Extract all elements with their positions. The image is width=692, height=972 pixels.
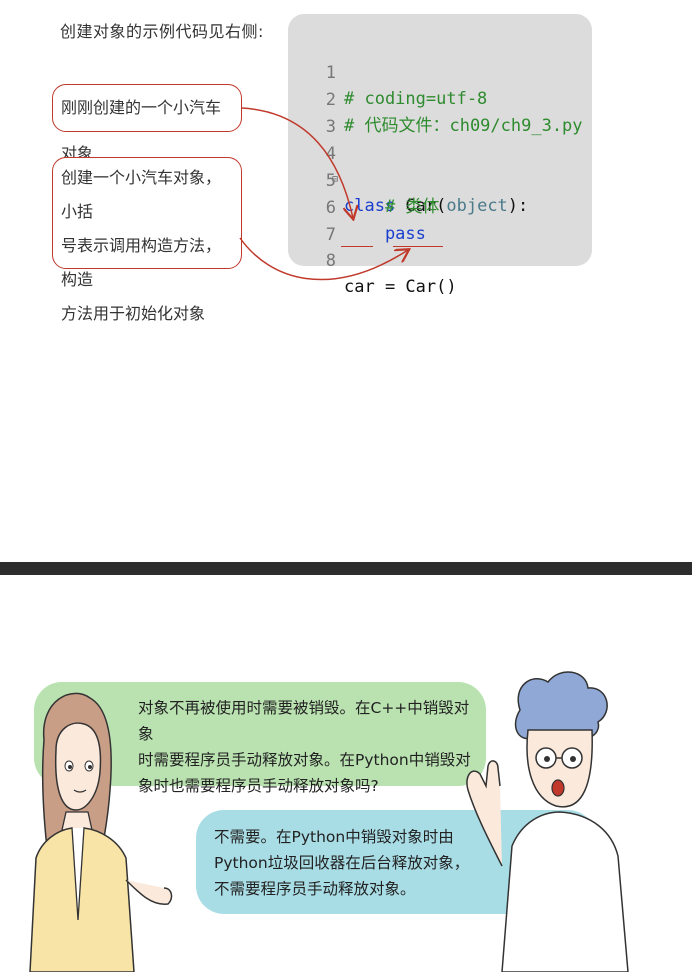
code-line: 8 car = Car() — [288, 222, 457, 297]
underline-car — [341, 246, 373, 247]
annotation-object: 刚刚创建的一个小汽车对象 — [52, 84, 242, 163]
annotation-line: 号表示调用构造方法，构造 — [61, 236, 222, 289]
code-line: 5 # 类体 — [288, 142, 440, 217]
man-character-icon — [466, 671, 629, 972]
code-line: 6 pass — [288, 169, 426, 244]
keyword-pass: pass — [344, 224, 426, 244]
code-line: 2 # 代码文件：ch09/ch9_3.py — [288, 61, 583, 136]
code-line: 7 — [288, 196, 336, 245]
code-fragment: ): — [507, 196, 529, 216]
intro-text: 创建对象的示例代码见右侧: — [60, 22, 264, 41]
code-text: car = Car() — [344, 277, 457, 297]
comic-illustration: 对象不再被使用时需要被销毁。在C++中销毁对象 时需要程序员手动释放对象。在Py… — [0, 630, 692, 972]
bubble-line: 时需要程序员手动释放对象。在Python中销毁对 — [138, 751, 471, 769]
annotation-line: 创建一个小汽车对象，小括 — [61, 168, 222, 221]
line-number: 8 — [325, 251, 336, 271]
annotation-line: 方法用于初始化对象 — [61, 304, 206, 323]
woman-character-icon — [29, 692, 173, 972]
code-text: # 代码文件：ch09/ch9_3.py — [344, 116, 583, 136]
code-line: 3 — [288, 88, 336, 137]
annotation-constructor: 创建一个小汽车对象，小括 号表示调用构造方法，构造 方法用于初始化对象 — [52, 157, 242, 323]
builtin-object: object — [446, 196, 508, 216]
code-line: 1 # coding=utf-8 — [288, 34, 488, 109]
page-divider — [0, 562, 692, 575]
bubble-line: 象时也需要程序员手动释放对象吗? — [138, 777, 379, 795]
code-text: # coding=utf-8 — [344, 89, 488, 109]
bubble-line: 对象不再被使用时需要被销毁。在C++中销毁对象 — [138, 699, 470, 743]
code-block: 1 # coding=utf-8 2 # 代码文件：ch09/ch9_3.py … — [288, 14, 592, 297]
code-text: # 类体 — [344, 197, 440, 217]
code-line: 4 ⊟ class Car(object): — [288, 115, 529, 216]
underline-constructor — [393, 246, 443, 247]
